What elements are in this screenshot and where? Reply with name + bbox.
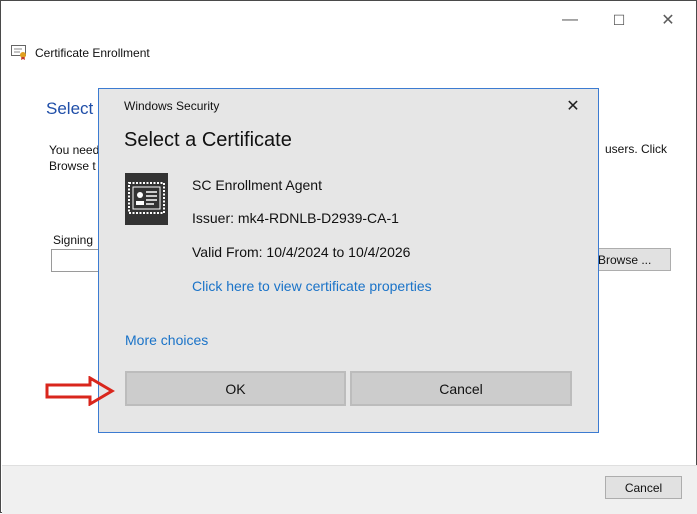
certificate-validity: Valid From: 10/4/2024 to 10/4/2026 bbox=[192, 244, 411, 260]
cancel-button[interactable]: Cancel bbox=[350, 371, 572, 406]
minimize-button[interactable]: — bbox=[547, 7, 593, 33]
view-certificate-properties-link[interactable]: Click here to view certificate propertie… bbox=[192, 278, 432, 294]
wizard-description-line2: Browse t bbox=[49, 159, 96, 173]
certificate-small-icon bbox=[11, 45, 26, 60]
annotation-arrow-icon bbox=[45, 376, 115, 406]
more-choices-link[interactable]: More choices bbox=[125, 332, 208, 348]
certificate-name: SC Enrollment Agent bbox=[192, 177, 322, 193]
window-header-title: Certificate Enrollment bbox=[35, 45, 150, 60]
wizard-description: You need Browse t bbox=[49, 142, 99, 174]
signing-certificate-label: Signing bbox=[53, 233, 94, 247]
window-header: Certificate Enrollment bbox=[11, 45, 150, 60]
window-close-button[interactable]: ✕ bbox=[645, 7, 691, 33]
dialog-title: Select a Certificate bbox=[124, 129, 292, 151]
dialog-close-button[interactable]: ✕ bbox=[561, 95, 585, 117]
wizard-button-bar bbox=[2, 465, 697, 514]
ok-button[interactable]: OK bbox=[125, 371, 346, 406]
wizard-description-right: users. Click bbox=[605, 142, 668, 156]
browse-button[interactable]: Browse ... bbox=[595, 248, 671, 271]
signing-certificate-field[interactable] bbox=[51, 249, 103, 272]
certificate-issuer: Issuer: mk4-RDNLB-D2939-CA-1 bbox=[192, 210, 399, 226]
wizard-cancel-button[interactable]: Cancel bbox=[605, 476, 682, 499]
wizard-description-line1: You need bbox=[49, 143, 100, 157]
dialog-caption: Windows Security bbox=[124, 99, 220, 113]
select-certificate-dialog: Windows Security ✕ Select a Certificate … bbox=[98, 88, 599, 433]
certificate-icon bbox=[125, 173, 168, 225]
maximize-button[interactable]: ☐ bbox=[596, 7, 642, 33]
